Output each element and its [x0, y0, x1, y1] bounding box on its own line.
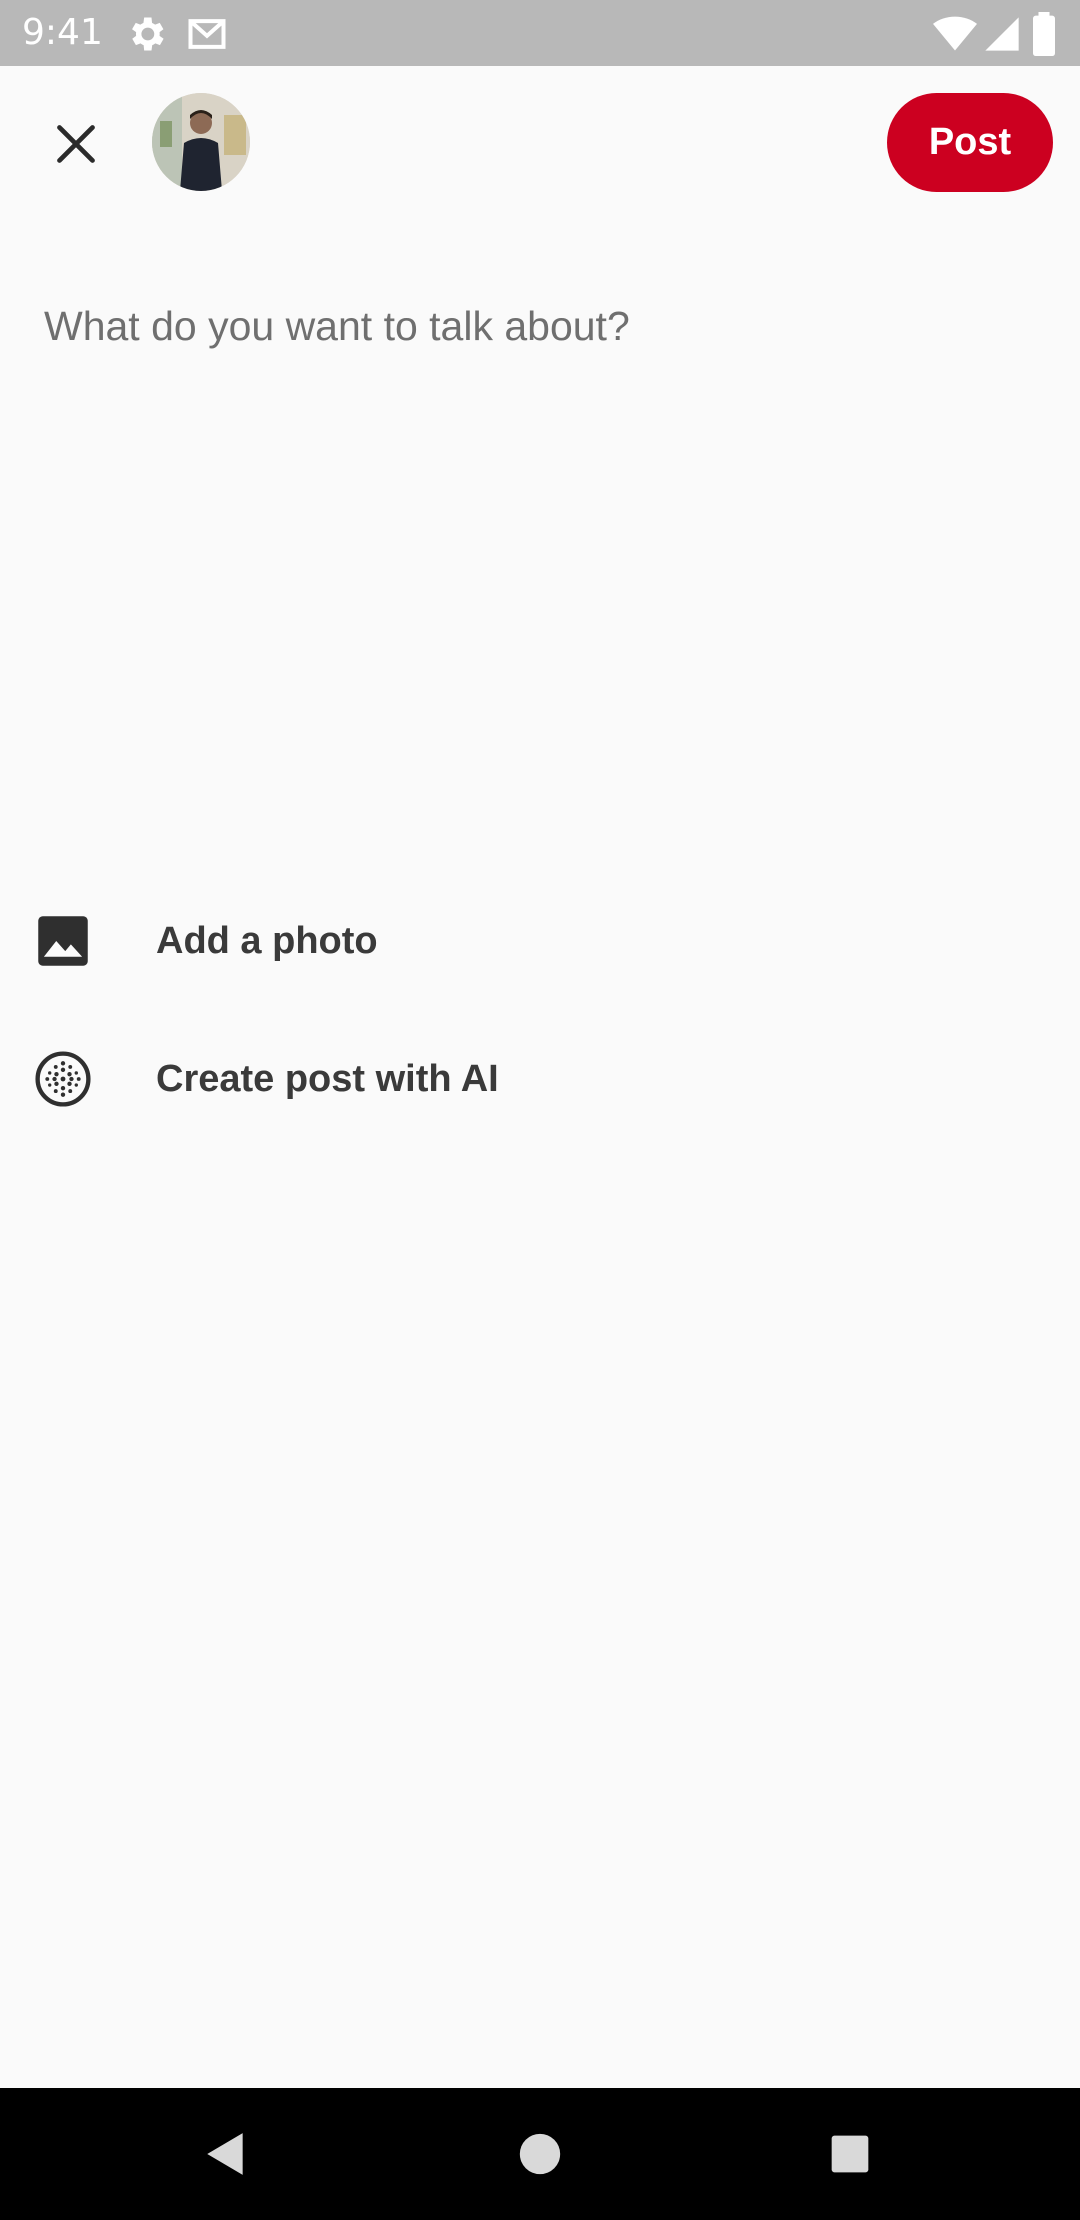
gmail-icon [184, 12, 228, 56]
close-button[interactable] [38, 106, 114, 182]
back-icon [207, 2133, 243, 2175]
signal-icon [982, 12, 1026, 56]
create-post-ai-label: Create post with AI [156, 1057, 499, 1100]
compose-input[interactable] [44, 290, 1034, 810]
recents-button[interactable] [808, 2112, 892, 2196]
avatar[interactable] [152, 93, 250, 191]
gear-icon [124, 12, 168, 56]
ai-sparkle-icon [32, 1048, 94, 1110]
post-button[interactable]: Post [887, 93, 1053, 192]
battery-icon [1030, 12, 1060, 56]
wifi-icon [932, 12, 977, 56]
close-icon [57, 125, 95, 163]
add-photo-button[interactable]: Add a photo [30, 893, 930, 989]
status-time: 9:41 [22, 12, 103, 53]
home-button[interactable] [498, 2112, 582, 2196]
recents-icon [831, 2135, 869, 2173]
navigation-bar [0, 2088, 1080, 2220]
add-photo-label: Add a photo [156, 919, 378, 962]
back-button[interactable] [184, 2112, 268, 2196]
create-post-ai-button[interactable]: Create post with AI [30, 1031, 930, 1127]
status-bar: 9:41 [0, 0, 1080, 66]
home-icon [519, 2133, 561, 2175]
image-icon [32, 910, 94, 972]
